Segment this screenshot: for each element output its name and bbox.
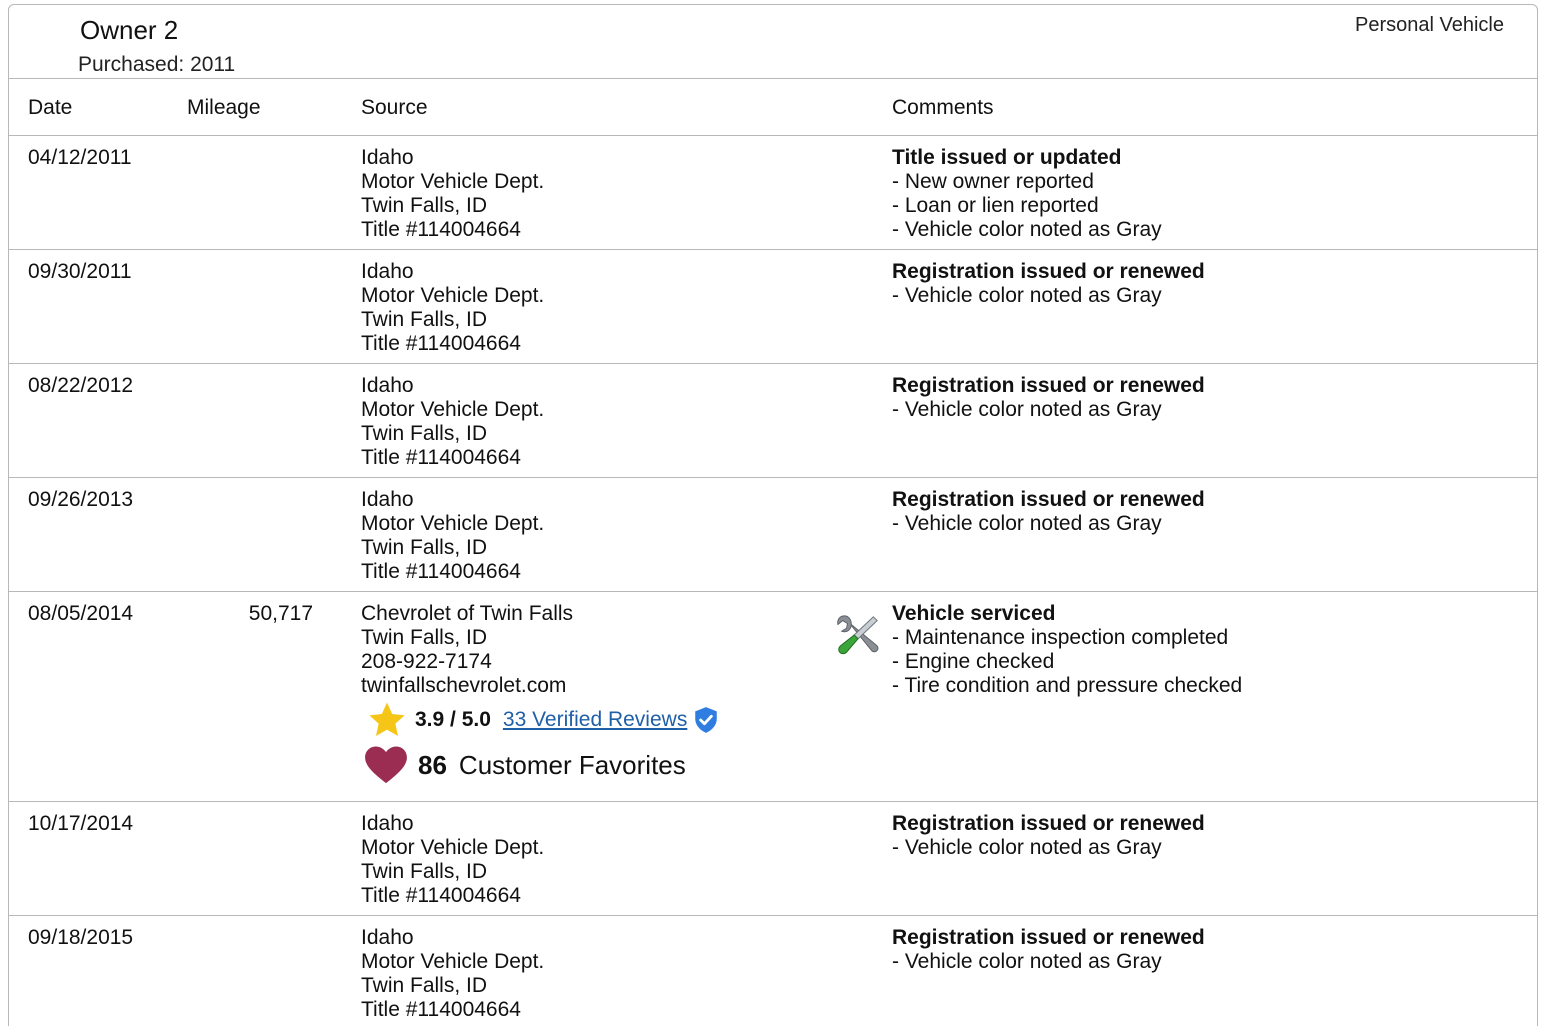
comment-line: - Loan or lien reported [892, 194, 1099, 217]
record-comments: Vehicle serviced - Maintenance inspectio… [892, 602, 1242, 698]
source-line: Twin Falls, ID [361, 536, 488, 559]
source-line: Motor Vehicle Dept. [361, 836, 545, 859]
record-date: 04/12/2011 [28, 146, 132, 169]
source-line: Title #114004664 [361, 332, 521, 355]
owner-history-card: Owner 2 Purchased: 2011 Personal Vehicle… [8, 4, 1538, 1026]
verified-reviews-link[interactable]: 33 Verified Reviews [503, 708, 687, 732]
comment-line: - Vehicle color noted as Gray [892, 512, 1162, 535]
source-line: Twin Falls, ID [361, 860, 488, 883]
record-date: 08/05/2014 [28, 602, 134, 625]
table-row: 08/22/2012 Idaho Motor Vehicle Dept. Twi… [9, 364, 1537, 478]
table-row-service: 08/05/2014 50,717 Chevrolet of Twin Fall… [9, 592, 1537, 802]
comment-line: - Vehicle color noted as Gray [892, 284, 1162, 307]
verified-shield-icon [695, 707, 718, 733]
record-date: 09/30/2011 [28, 260, 132, 283]
heart-icon [365, 746, 407, 784]
source-line: Motor Vehicle Dept. [361, 284, 545, 307]
record-source: Idaho Motor Vehicle Dept. Twin Falls, ID… [361, 812, 544, 908]
source-line: Twin Falls, ID [361, 194, 488, 217]
record-source: Idaho Motor Vehicle Dept. Twin Falls, ID… [361, 488, 544, 584]
comment-title: Registration issued or renewed [892, 374, 1205, 397]
record-date: 08/22/2012 [28, 374, 134, 397]
rating-value: 3.9 / 5.0 [415, 708, 491, 731]
table-row: 04/12/2011 Idaho Motor Vehicle Dept. Twi… [9, 136, 1537, 250]
record-source: Idaho Motor Vehicle Dept. Twin Falls, ID… [361, 926, 544, 1022]
comment-line: - Vehicle color noted as Gray [892, 398, 1162, 421]
owner-header: Owner 2 Purchased: 2011 Personal Vehicle [9, 5, 1537, 78]
record-source: Idaho Motor Vehicle Dept. Twin Falls, ID… [361, 146, 544, 242]
favorites-label: Customer Favorites [458, 749, 686, 780]
comment-line: - Tire condition and pressure checked [892, 674, 1243, 697]
customer-favorites: 86 Customer Favorites [364, 744, 686, 786]
comment-line: - Vehicle color noted as Gray [892, 218, 1162, 241]
comment-title: Registration issued or renewed [892, 260, 1205, 283]
record-comments: Title issued or updated - New owner repo… [892, 146, 1162, 242]
purchased-year: Purchased: 2011 [78, 53, 236, 76]
comment-line: - Vehicle color noted as Gray [892, 836, 1162, 859]
source-line: Idaho [361, 926, 414, 949]
source-line: Title #114004664 [361, 560, 521, 583]
source-line: 208-922-7174 [361, 650, 492, 673]
source-line: Twin Falls, ID [361, 422, 488, 445]
record-comments: Registration issued or renewed - Vehicle… [892, 374, 1205, 422]
table-row: 10/17/2014 Idaho Motor Vehicle Dept. Twi… [9, 802, 1537, 916]
source-line: Title #114004664 [361, 446, 521, 469]
record-date: 09/26/2013 [28, 488, 134, 511]
record-date: 10/17/2014 [28, 812, 134, 835]
source-line: Twin Falls, ID [361, 974, 488, 997]
record-source: Chevrolet of Twin Falls Twin Falls, ID 2… [361, 602, 573, 698]
comment-title: Title issued or updated [892, 146, 1122, 169]
table-header: Date Mileage Source Comments [9, 78, 1537, 136]
comment-line: - Maintenance inspection completed [892, 626, 1229, 649]
source-line: Twin Falls, ID [361, 626, 488, 649]
comment-line: - Engine checked [892, 650, 1055, 673]
vehicle-use-type: Personal Vehicle [1355, 14, 1504, 36]
comment-line: - New owner reported [892, 170, 1094, 193]
source-line: Chevrolet of Twin Falls [361, 602, 574, 625]
source-line: Idaho [361, 374, 414, 397]
dealer-rating: 3.9 / 5.0 33 Verified Reviews [367, 700, 719, 740]
wrench-screwdriver-icon [837, 615, 879, 655]
record-comments: Registration issued or renewed - Vehicle… [892, 260, 1205, 308]
star-icon [369, 702, 405, 736]
record-mileage: 50,717 [248, 602, 313, 625]
column-header-comments: Comments [892, 96, 994, 119]
column-header-source: Source [361, 96, 428, 119]
comment-line: - Vehicle color noted as Gray [892, 950, 1162, 973]
source-line: twinfallschevrolet.com [361, 674, 567, 697]
comment-title: Registration issued or renewed [892, 926, 1205, 949]
source-line: Motor Vehicle Dept. [361, 512, 545, 535]
source-line: Motor Vehicle Dept. [361, 398, 545, 421]
record-date: 09/18/2015 [28, 926, 134, 949]
source-line: Idaho [361, 812, 414, 835]
record-source: Idaho Motor Vehicle Dept. Twin Falls, ID… [361, 260, 544, 356]
source-line: Title #114004664 [361, 884, 521, 907]
source-line: Motor Vehicle Dept. [361, 170, 545, 193]
table-row: 09/30/2011 Idaho Motor Vehicle Dept. Twi… [9, 250, 1537, 364]
table-row: 09/26/2013 Idaho Motor Vehicle Dept. Twi… [9, 478, 1537, 592]
favorites-count: 86 [418, 749, 447, 780]
column-header-date: Date [28, 96, 73, 119]
source-line: Idaho [361, 260, 414, 283]
record-comments: Registration issued or renewed - Vehicle… [892, 926, 1205, 974]
source-line: Twin Falls, ID [361, 308, 488, 331]
record-source: Idaho Motor Vehicle Dept. Twin Falls, ID… [361, 374, 544, 470]
source-line: Motor Vehicle Dept. [361, 950, 545, 973]
source-line: Title #114004664 [361, 218, 521, 241]
record-comments: Registration issued or renewed - Vehicle… [892, 812, 1205, 860]
table-row: 09/18/2015 Idaho Motor Vehicle Dept. Twi… [9, 916, 1537, 1026]
record-comments: Registration issued or renewed - Vehicle… [892, 488, 1205, 536]
source-line: Idaho [361, 146, 414, 169]
column-header-mileage: Mileage [187, 96, 261, 119]
owner-title: Owner 2 [80, 15, 179, 45]
comment-title: Vehicle serviced [892, 602, 1056, 625]
comment-title: Registration issued or renewed [892, 488, 1205, 511]
source-line: Idaho [361, 488, 414, 511]
comment-title: Registration issued or renewed [892, 812, 1205, 835]
source-line: Title #114004664 [361, 998, 521, 1021]
